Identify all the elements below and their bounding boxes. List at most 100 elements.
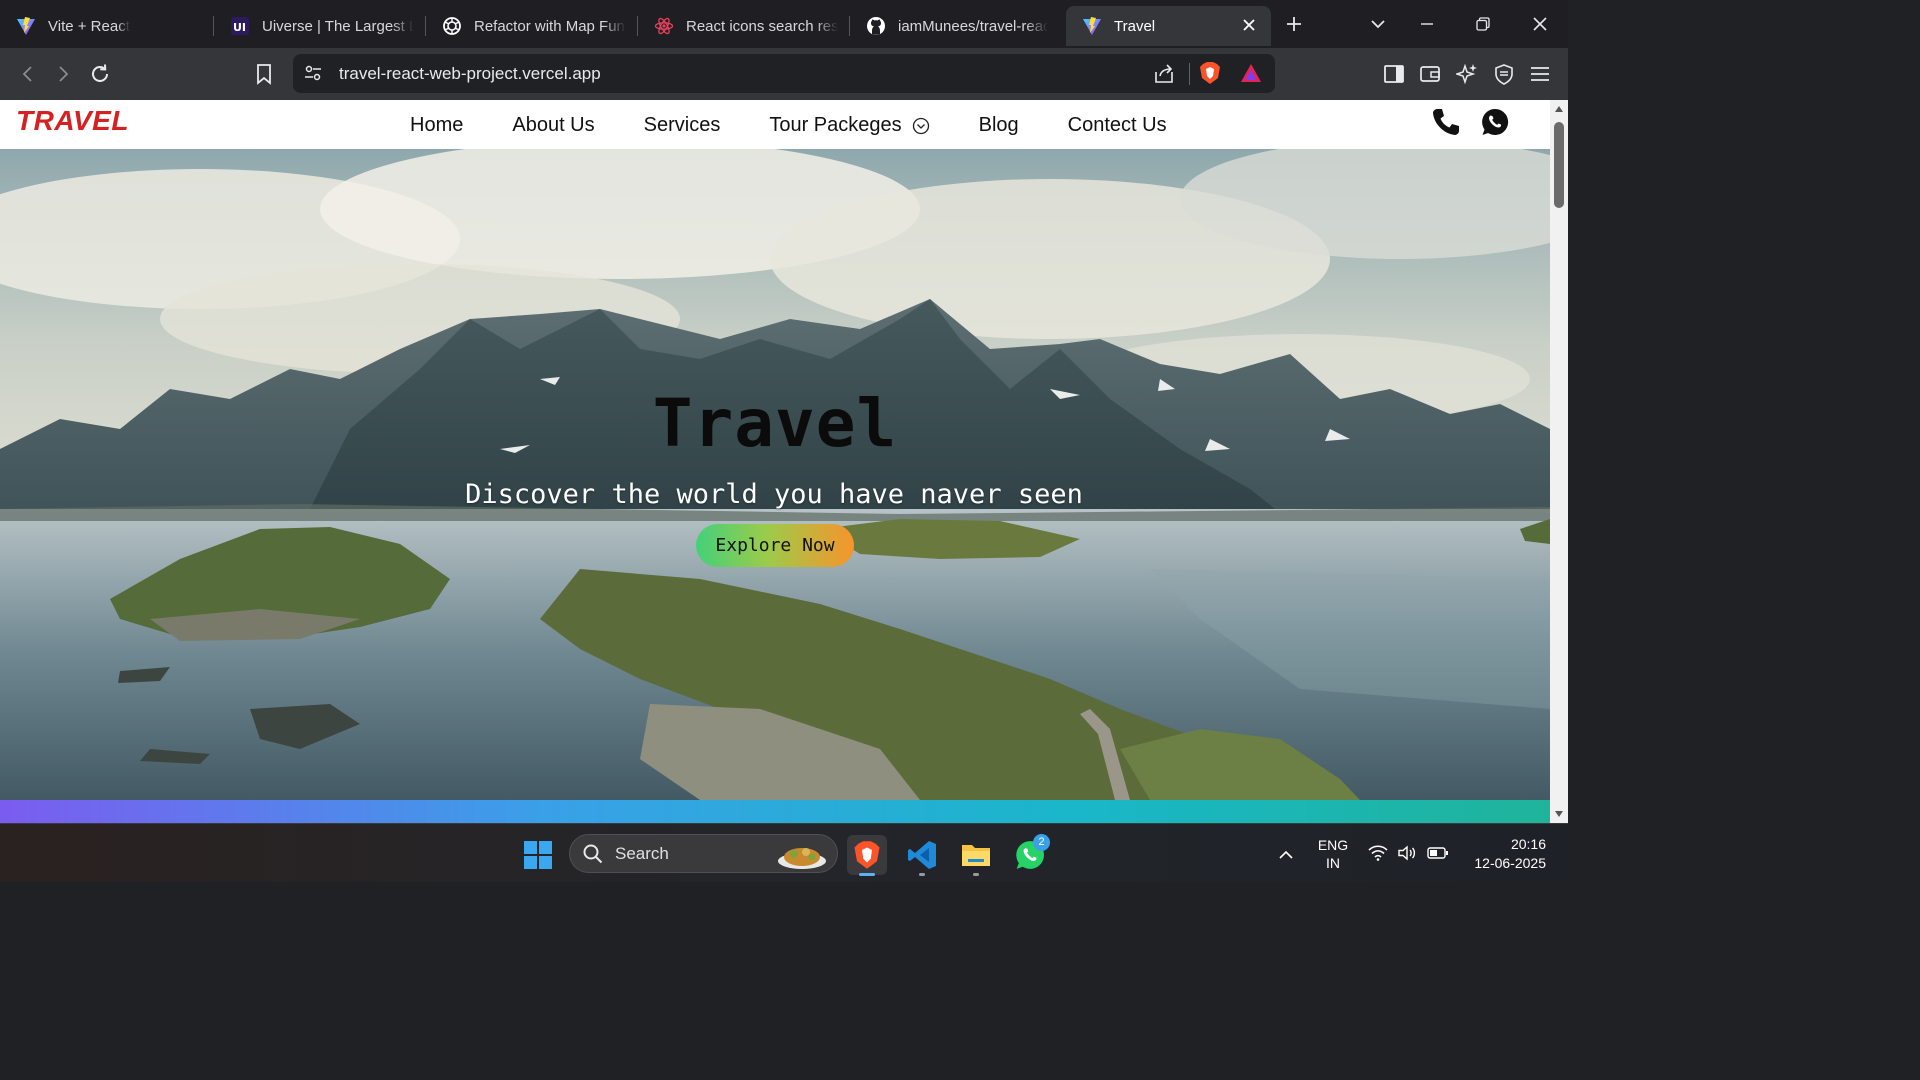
vite-icon bbox=[16, 16, 36, 36]
taskbar-brave[interactable] bbox=[847, 835, 887, 876]
show-hidden-icons-button[interactable] bbox=[1266, 835, 1306, 875]
close-tab-icon[interactable] bbox=[1239, 16, 1259, 36]
address-bar[interactable]: travel-react-web-project.vercel.app bbox=[293, 54, 1275, 93]
hamburger-icon bbox=[1531, 67, 1549, 81]
uiverse-icon: UI bbox=[230, 16, 250, 36]
vpn-button[interactable] bbox=[1488, 58, 1520, 90]
tab-vite-react[interactable]: Vite + React bbox=[0, 6, 214, 46]
minimize-button[interactable] bbox=[1403, 0, 1451, 48]
tab-title: React icons search results bbox=[686, 17, 838, 35]
arrow-right-icon bbox=[59, 66, 69, 82]
running-app-indicator bbox=[973, 873, 979, 876]
language-secondary: IN bbox=[1326, 855, 1340, 871]
brave-icon bbox=[854, 841, 880, 869]
tab-travel-active[interactable]: Travel bbox=[1066, 6, 1271, 46]
clock-time: 20:16 bbox=[1510, 836, 1546, 852]
close-icon bbox=[1533, 17, 1547, 31]
chevron-down-circle-icon bbox=[912, 117, 930, 135]
tab-title: Travel bbox=[1114, 17, 1156, 35]
forward-button[interactable] bbox=[47, 58, 79, 90]
nav-about-us[interactable]: About Us bbox=[512, 114, 594, 137]
gradient-footer-bar bbox=[0, 800, 1550, 823]
site-logo[interactable]: TRAVEL bbox=[16, 105, 129, 137]
food-highlight-icon bbox=[776, 837, 828, 876]
vscode-icon bbox=[908, 841, 936, 869]
share-icon[interactable] bbox=[1153, 63, 1175, 90]
page-scrollbar[interactable] bbox=[1550, 100, 1568, 823]
bookmark-icon bbox=[257, 64, 271, 85]
wallet-button[interactable] bbox=[1414, 58, 1446, 90]
wallet-icon bbox=[1420, 66, 1440, 82]
site-settings-icon[interactable] bbox=[304, 64, 322, 87]
restore-icon bbox=[1476, 17, 1490, 31]
shield-icon bbox=[1495, 64, 1513, 85]
menu-button[interactable] bbox=[1524, 58, 1556, 90]
whatsapp-icon[interactable] bbox=[1480, 107, 1510, 142]
hero-subtitle: Discover the world you have naver seen bbox=[465, 479, 1083, 510]
taskbar-file-explorer[interactable] bbox=[956, 835, 996, 876]
sparkle-icon bbox=[1456, 63, 1477, 85]
nav-services[interactable]: Services bbox=[644, 114, 721, 137]
site-navbar: TRAVEL Home About Us Services Tour Packe… bbox=[0, 100, 1550, 149]
active-app-indicator bbox=[859, 873, 875, 876]
explore-now-button[interactable]: Explore Now bbox=[696, 524, 854, 567]
tab-strip: Vite + React UI Uiverse | The Largest Li… bbox=[0, 0, 1568, 48]
nav-home[interactable]: Home bbox=[410, 114, 463, 137]
chatgpt-icon bbox=[442, 16, 462, 36]
phone-icon[interactable] bbox=[1430, 106, 1462, 143]
tab-refactor[interactable]: Refactor with Map Function bbox=[426, 6, 638, 46]
windows-icon bbox=[524, 841, 552, 869]
tab-uiverse[interactable]: UI Uiverse | The Largest Library of Open… bbox=[214, 6, 426, 46]
start-button[interactable] bbox=[518, 835, 558, 875]
hero-section: Travel Discover the world you have naver… bbox=[0, 149, 1550, 800]
taskbar-search-box[interactable]: Search bbox=[569, 834, 838, 873]
bookmark-button[interactable] bbox=[248, 58, 280, 90]
battery-icon[interactable] bbox=[1425, 838, 1451, 868]
browser-toolbar: travel-react-web-project.vercel.app bbox=[0, 48, 1568, 100]
address-text[interactable]: travel-react-web-project.vercel.app bbox=[339, 64, 601, 84]
clock[interactable]: 20:16 12-06-2025 bbox=[1462, 835, 1552, 873]
brave-rewards-icon[interactable] bbox=[1240, 62, 1262, 89]
nav-tour-packages-label: Tour Packeges bbox=[769, 114, 902, 136]
nav-tour-packages[interactable]: Tour Packeges bbox=[769, 114, 929, 137]
chevron-down-icon bbox=[1371, 20, 1385, 29]
close-window-button[interactable] bbox=[1516, 0, 1564, 48]
tab-search-button[interactable] bbox=[1354, 0, 1402, 48]
taskbar-vscode[interactable] bbox=[902, 835, 942, 876]
clock-date: 12-06-2025 bbox=[1474, 855, 1546, 871]
nav-contact-us[interactable]: Contect Us bbox=[1068, 114, 1167, 137]
sidebar-button[interactable] bbox=[1378, 58, 1410, 90]
brave-shields-icon[interactable] bbox=[1199, 61, 1221, 90]
back-button[interactable] bbox=[12, 58, 44, 90]
sidebar-icon bbox=[1384, 65, 1404, 83]
taskbar-whatsapp[interactable]: 2 bbox=[1010, 834, 1050, 875]
language-indicator[interactable]: ENG IN bbox=[1313, 836, 1353, 872]
volume-icon[interactable] bbox=[1395, 838, 1419, 868]
plus-icon bbox=[1287, 17, 1301, 31]
windows-taskbar: Search 2 ENG IN 20:16 12-06-2025 bbox=[0, 823, 1568, 882]
tab-title: iamMunees/travel-react-web-project bbox=[898, 17, 1048, 35]
scroll-down-arrow-icon[interactable] bbox=[1554, 809, 1564, 819]
scroll-thumb[interactable] bbox=[1554, 122, 1564, 208]
scroll-up-arrow-icon[interactable] bbox=[1554, 104, 1564, 114]
arrow-left-icon bbox=[22, 66, 32, 82]
restore-button[interactable] bbox=[1459, 0, 1507, 48]
reload-button[interactable] bbox=[84, 58, 116, 90]
nav-blog[interactable]: Blog bbox=[979, 114, 1019, 137]
hero-title: Travel bbox=[652, 385, 898, 462]
omnibox-divider bbox=[1189, 63, 1190, 85]
running-app-indicator bbox=[919, 873, 925, 876]
folder-icon bbox=[962, 845, 990, 866]
tab-react-icons[interactable]: React icons search results bbox=[638, 6, 850, 46]
tab-github[interactable]: iamMunees/travel-react-web-project bbox=[850, 6, 1060, 46]
nav-links: Home About Us Services Tour Packeges Blo… bbox=[410, 114, 1216, 137]
web-page: TRAVEL Home About Us Services Tour Packe… bbox=[0, 100, 1550, 823]
new-tab-button[interactable] bbox=[1270, 0, 1318, 48]
wifi-icon[interactable] bbox=[1366, 838, 1390, 868]
leo-ai-button[interactable] bbox=[1451, 58, 1483, 90]
hero-landscape-image bbox=[0, 149, 1550, 800]
tab-title: Vite + React bbox=[48, 17, 130, 35]
search-icon bbox=[583, 844, 603, 869]
language-primary: ENG bbox=[1317, 837, 1349, 853]
react-icon bbox=[654, 16, 674, 36]
